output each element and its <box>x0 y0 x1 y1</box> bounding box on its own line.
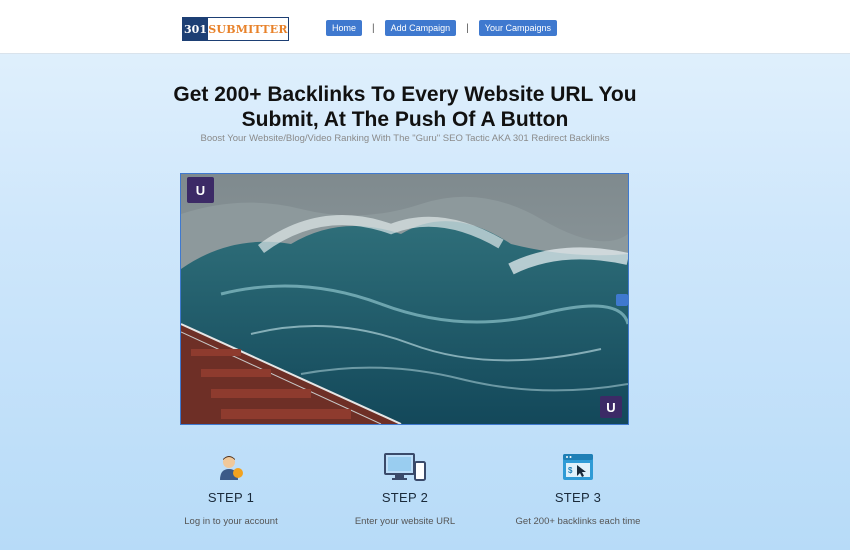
logo-word: SUBMITTER <box>208 22 288 36</box>
step-3-title: STEP 3 <box>554 490 602 505</box>
step-1-desc: Log in to your account <box>184 516 278 527</box>
channel-logo-icon[interactable]: U <box>187 177 214 203</box>
page-headline: Get 200+ Backlinks To Every Website URL … <box>150 82 660 132</box>
nav-separator: | <box>372 22 375 34</box>
page-subheadline: Boost Your Website/Blog/Video Ranking Wi… <box>200 133 610 144</box>
step-2-title: STEP 2 <box>381 490 429 505</box>
nav-your-campaigns-button[interactable]: Your Campaigns <box>478 20 557 36</box>
step-2: STEP 2 Enter your website URL <box>325 452 485 527</box>
main-nav: Home | Add Campaign | Your Campaigns <box>326 20 557 36</box>
video-frame-ocean-storm <box>181 174 628 424</box>
step-1-title: STEP 1 <box>207 490 255 505</box>
user-avatar-icon <box>151 452 311 482</box>
nav-home-button[interactable]: Home <box>326 20 363 36</box>
step-2-desc: Enter your website URL <box>354 516 456 527</box>
video-player[interactable]: U U <box>180 173 629 425</box>
headline-line-2: Submit, At The Push Of A Button <box>241 108 569 131</box>
step-3: $ STEP 3 Get 200+ backlinks each time <box>498 452 658 527</box>
step-1: STEP 1 Log in to your account <box>151 452 311 527</box>
svg-text:$: $ <box>568 466 573 475</box>
step-3-desc: Get 200+ backlinks each time <box>515 516 641 527</box>
devices-icon <box>325 452 485 482</box>
site-logo[interactable]: 301 SUBMITTER <box>182 17 289 41</box>
nav-add-campaign-button[interactable]: Add Campaign <box>384 20 457 36</box>
headline-line-1: Get 200+ Backlinks To Every Website URL … <box>173 83 637 106</box>
watermark-icon: U <box>600 396 622 418</box>
site-header: 301 SUBMITTER Home | Add Campaign | Your… <box>0 0 850 54</box>
picture-in-picture-icon[interactable] <box>616 294 628 306</box>
logo-number: 301 <box>183 18 208 40</box>
browser-click-icon: $ <box>498 452 658 482</box>
nav-separator: | <box>466 22 469 34</box>
